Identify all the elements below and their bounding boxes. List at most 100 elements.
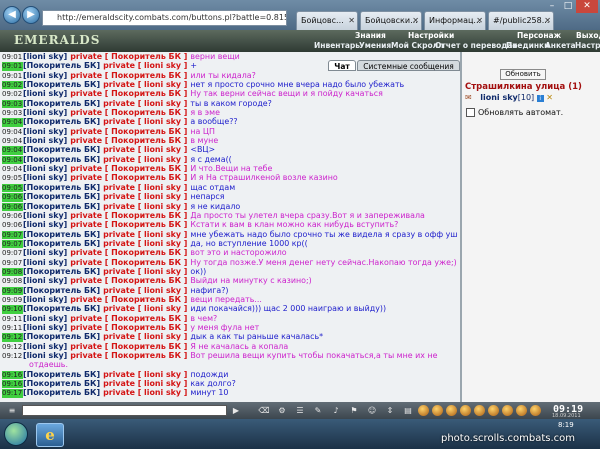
chat-sender[interactable]: [lioni sky]: [23, 248, 67, 257]
chat-recipient[interactable]: private [ lioni sky ]: [103, 80, 187, 89]
menu-settings[interactable]: Настройки: [408, 31, 454, 40]
chat-recipient[interactable]: private [ Покоритель БК ]: [70, 220, 187, 229]
chat-recipient[interactable]: private [ lioni sky ]: [103, 332, 187, 341]
scroll-icon[interactable]: ⇕: [384, 405, 396, 416]
translit-icon[interactable]: ▤: [402, 405, 414, 416]
game-action-icon[interactable]: [432, 405, 443, 416]
filter-icon[interactable]: ⚙: [276, 405, 288, 416]
chat-sender[interactable]: [Покоритель БК]: [23, 183, 100, 192]
chat-recipient[interactable]: private [ Покоритель БК ]: [70, 258, 187, 267]
user-name[interactable]: lioni sky: [480, 93, 518, 102]
chat-sender[interactable]: [lioni sky]: [23, 351, 67, 360]
tab-2[interactable]: Бойцовски... ✕: [360, 11, 422, 30]
chat-sender[interactable]: [Покоритель БК]: [23, 370, 100, 379]
chat-recipient[interactable]: private [ Покоритель БК ]: [70, 314, 187, 323]
tab-system-messages[interactable]: Системные сообщения: [357, 60, 460, 71]
chat-sender[interactable]: [lioni sky]: [23, 108, 67, 117]
game-action-icon[interactable]: [502, 405, 513, 416]
menu-exit[interactable]: Выход: [576, 31, 600, 40]
chat-recipient[interactable]: private [ lioni sky ]: [103, 286, 187, 295]
chat-recipient[interactable]: private [ lioni sky ]: [103, 155, 187, 164]
chat-sender[interactable]: [Покоритель БК]: [23, 332, 100, 341]
chat-recipient[interactable]: private [ lioni sky ]: [103, 230, 187, 239]
game-action-icon[interactable]: [460, 405, 471, 416]
filter-icon[interactable]: ☰: [294, 405, 306, 416]
game-action-icon[interactable]: [474, 405, 485, 416]
clear-icon[interactable]: ⌫: [258, 405, 270, 416]
chat-sender[interactable]: [lioni sky]: [23, 258, 67, 267]
chat-recipient[interactable]: private [ lioni sky ]: [103, 192, 187, 201]
private-message-icon[interactable]: ✉: [465, 93, 472, 102]
chat-sender[interactable]: [Покоритель БК]: [23, 80, 100, 89]
chat-sender[interactable]: [Покоритель БК]: [23, 388, 100, 397]
filter-icon[interactable]: ✎: [312, 405, 324, 416]
chat-sender[interactable]: [Покоритель БК]: [23, 99, 100, 108]
maximize-button[interactable]: □: [560, 0, 576, 13]
chat-sender[interactable]: [Покоритель БК]: [23, 155, 100, 164]
chat-recipient[interactable]: private [ Покоритель БК ]: [70, 136, 187, 145]
chat-sender[interactable]: [Покоритель БК]: [23, 239, 100, 248]
chat-sender[interactable]: [Покоритель БК]: [23, 192, 100, 201]
filter-icon[interactable]: ⚑: [348, 405, 360, 416]
start-button[interactable]: [4, 422, 28, 446]
chat-recipient[interactable]: private [ Покоритель БК ]: [70, 108, 187, 117]
tab-4[interactable]: #/public258... ✕: [488, 11, 554, 30]
game-action-icon[interactable]: [446, 405, 457, 416]
chat-sender[interactable]: [Покоритель БК]: [23, 145, 100, 154]
chat-recipient[interactable]: private [ lioni sky ]: [103, 304, 187, 313]
chat-mode-icon[interactable]: ≡: [6, 405, 18, 416]
address-bar[interactable]: http://emeraldscity.combats.com/buttons.…: [42, 10, 287, 26]
menu-profile[interactable]: Анкета: [545, 41, 576, 50]
smiley-icon[interactable]: ☺: [366, 405, 378, 416]
info-icon[interactable]: i: [536, 95, 544, 102]
chat-sender[interactable]: [Покоритель БК]: [23, 202, 100, 211]
send-button[interactable]: ▶: [230, 405, 242, 416]
window-close-button[interactable]: ✕: [576, 0, 598, 13]
chat-recipient[interactable]: private [ lioni sky ]: [103, 202, 187, 211]
minimize-button[interactable]: –: [544, 0, 560, 13]
chat-recipient[interactable]: private [ Покоритель БК ]: [70, 351, 187, 360]
chat-input[interactable]: [22, 405, 227, 416]
chat-recipient[interactable]: private [ Покоритель БК ]: [70, 71, 187, 80]
chat-sender[interactable]: [lioni sky]: [23, 295, 67, 304]
close-icon[interactable]: ✕: [544, 12, 551, 29]
menu-character[interactable]: Персонаж: [517, 31, 561, 40]
chat-recipient[interactable]: private [ lioni sky ]: [103, 61, 187, 70]
chat-recipient[interactable]: private [ lioni sky ]: [103, 239, 187, 248]
chat-sender[interactable]: [lioni sky]: [23, 173, 67, 182]
game-action-icon[interactable]: [516, 405, 527, 416]
menu-battles[interactable]: Поединки: [506, 41, 549, 50]
back-button[interactable]: ◀: [3, 6, 21, 24]
chat-sender[interactable]: [lioni sky]: [23, 276, 67, 285]
menu-inventory[interactable]: Инвентарь: [314, 41, 360, 50]
chat-sender[interactable]: [lioni sky]: [23, 323, 67, 332]
chat-sender[interactable]: [lioni sky]: [23, 220, 67, 229]
chat-sender[interactable]: [Покоритель БК]: [23, 230, 100, 239]
chat-recipient[interactable]: private [ lioni sky ]: [103, 183, 187, 192]
close-icon[interactable]: ✕: [348, 12, 355, 29]
chat-recipient[interactable]: private [ lioni sky ]: [103, 145, 187, 154]
chat-sender[interactable]: [lioni sky]: [23, 164, 67, 173]
menu-skills[interactable]: Умения: [359, 41, 391, 50]
close-icon[interactable]: ✕: [476, 12, 483, 29]
chat-recipient[interactable]: private [ Покоритель БК ]: [70, 248, 187, 257]
chat-recipient[interactable]: private [ lioni sky ]: [103, 99, 187, 108]
chat-recipient[interactable]: private [ Покоритель БК ]: [70, 52, 187, 61]
chat-sender[interactable]: [Покоритель БК]: [23, 267, 100, 276]
chat-recipient[interactable]: private [ Покоритель БК ]: [70, 127, 187, 136]
chat-sender[interactable]: [Покоритель БК]: [23, 117, 100, 126]
auto-refresh-checkbox[interactable]: [466, 108, 475, 117]
chat-recipient[interactable]: private [ Покоритель БК ]: [70, 173, 187, 182]
chat-sender[interactable]: [lioni sky]: [23, 52, 67, 61]
chat-recipient[interactable]: private [ Покоритель БК ]: [70, 323, 187, 332]
chat-recipient[interactable]: private [ lioni sky ]: [103, 379, 187, 388]
game-action-icon[interactable]: [530, 405, 541, 416]
menu-transfer-report[interactable]: Отчет о переводах: [435, 41, 517, 50]
chat-recipient[interactable]: private [ Покоритель БК ]: [70, 164, 187, 173]
tab-chat[interactable]: Чат: [328, 60, 356, 71]
chat-recipient[interactable]: private [ Покоритель БК ]: [70, 89, 187, 98]
chat-sender[interactable]: [lioni sky]: [23, 136, 67, 145]
chat-recipient[interactable]: private [ lioni sky ]: [103, 117, 187, 126]
chat-sender[interactable]: [Покоритель БК]: [23, 286, 100, 295]
chat-recipient[interactable]: private [ Покоритель БК ]: [70, 211, 187, 220]
